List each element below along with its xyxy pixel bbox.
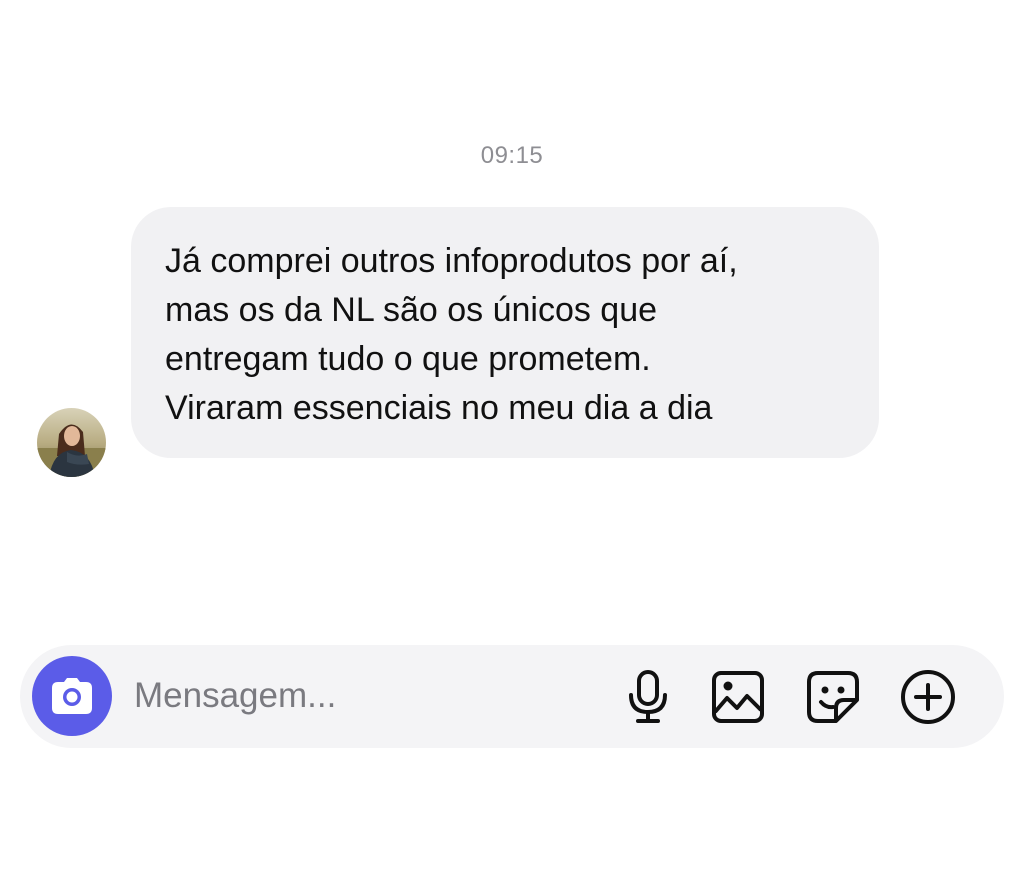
- plus-icon: [901, 670, 955, 724]
- microphone-button[interactable]: [620, 669, 676, 725]
- avatar[interactable]: [37, 408, 106, 477]
- message-text: Já comprei outros infoprodutos por aí, m…: [165, 242, 738, 427]
- gallery-button[interactable]: [710, 669, 766, 725]
- message-input[interactable]: [134, 671, 574, 721]
- add-button[interactable]: [900, 669, 956, 725]
- microphone-icon: [629, 670, 667, 723]
- avatar-photo: [37, 408, 106, 477]
- sticker-button[interactable]: [805, 669, 861, 725]
- sticker-icon: [807, 671, 859, 723]
- message-bubble[interactable]: Já comprei outros infoprodutos por aí, m…: [131, 207, 879, 458]
- message-composer: [20, 645, 1004, 748]
- gallery-icon: [712, 671, 764, 723]
- message-timestamp: 09:15: [480, 142, 544, 169]
- camera-icon: [52, 678, 92, 714]
- camera-button[interactable]: [32, 656, 112, 736]
